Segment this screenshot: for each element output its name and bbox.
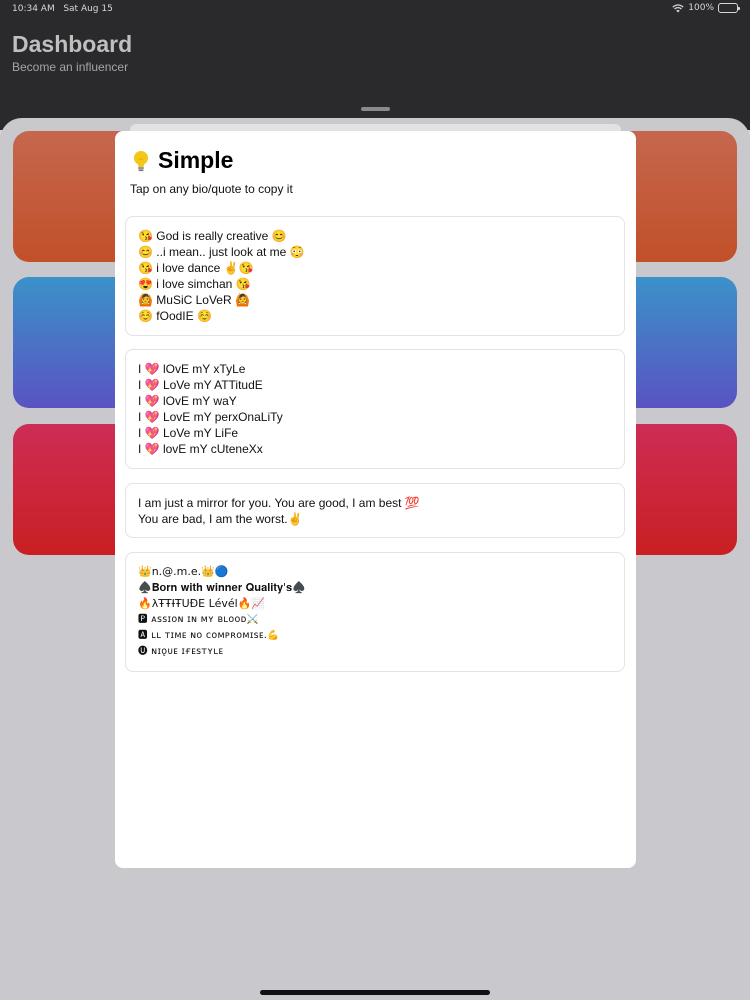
status-indicators: 100% [672,3,740,13]
bio-sheet: Simple Tap on any bio/quote to copy it 😘… [115,131,636,868]
bio-line: 😘 God is really creative 😊 [138,229,287,243]
bio-line: 😊 ..i mean.. just look at me 😳 [138,245,305,259]
bio-line: 🔥λŦŦƗŦUĐE Lévél🔥📈 [138,597,266,610]
bio-card[interactable]: I 💖 lOvE mY xTyLe I 💖 LoVe mY ATTitudE I… [125,349,625,469]
status-time: 10:34 AM [12,4,55,14]
light-bulb-icon [130,149,152,173]
bio-line: 🅿 ᴀssɪᴏɴ ɪɴ ᴍʏ ʙʟᴏᴏᴅ⚔️ [138,614,259,625]
status-date: Sat Aug 15 [63,4,113,14]
bio-card[interactable]: 😘 God is really creative 😊 😊 ..i mean.. … [125,216,625,336]
bio-line: 🅤 ɴɪǫᴜᴇ ɪғᴇsᴛʏʟᴇ [138,646,224,657]
bio-line: 😘 i love dance ✌️😘 [138,261,254,275]
sheet-title: Simple [158,147,234,173]
bio-line: I 💖 LoVe mY LiFe [138,426,239,440]
sheet-grabber-handle[interactable] [361,107,390,111]
bio-line: I 💖 lovE mY cUteneXx [138,442,263,456]
bio-line: I 💖 lOvE mY waY [138,394,237,408]
bio-line: 😍 i love simchan 😘 [138,277,251,291]
bio-card[interactable]: 👑n.@.m.e.👑🔵 ♠️𝐁𝐨𝐫𝐧 𝐰𝐢𝐭𝐡 𝐰𝐢𝐧𝐧𝐞𝐫 𝐐𝐮𝐚𝐥𝐢𝐭𝐲'𝐬… [125,552,625,672]
bio-card[interactable]: I am just a mirror for you. You are good… [125,483,625,538]
bio-line: ♠️𝐁𝐨𝐫𝐧 𝐰𝐢𝐭𝐡 𝐰𝐢𝐧𝐧𝐞𝐫 𝐐𝐮𝐚𝐥𝐢𝐭𝐲'𝐬♠️ [138,581,306,594]
bio-line: I 💖 LovE mY perxOnaLiTy [138,410,283,424]
bio-line: I 💖 lOvE mY xTyLe [138,362,246,376]
bio-line: You are bad, I am the worst.✌️ [138,512,303,526]
dashboard-subtitle: Become an influencer [12,60,129,74]
sheet-header: Simple [130,147,233,174]
bio-line: 🅰 ʟʟ ᴛɪᴍᴇ ɴᴏ ᴄᴏᴍᴘʀᴏᴍɪsᴇ.💪 [138,630,280,641]
wifi-icon [672,3,684,13]
bio-line: I 💖 LoVe mY ATTitudE [138,378,263,392]
home-indicator[interactable] [260,990,490,995]
bio-line: ☺️ fOodIE ☺️ [138,309,212,323]
sheet-hint: Tap on any bio/quote to copy it [130,182,293,196]
bio-line: I am just a mirror for you. You are good… [138,496,420,510]
battery-percent: 100% [688,3,714,13]
bio-line: 🙆 MuSiC LoVeR 🙆 [138,293,250,307]
dashboard-title: Dashboard [12,31,133,57]
status-time-date: 10:34 AM Sat Aug 15 [12,4,113,14]
bio-line: 👑n.@.m.e.👑🔵 [138,565,229,578]
battery-icon [718,3,740,13]
status-bar: 10:34 AM Sat Aug 15 100% [0,0,750,20]
